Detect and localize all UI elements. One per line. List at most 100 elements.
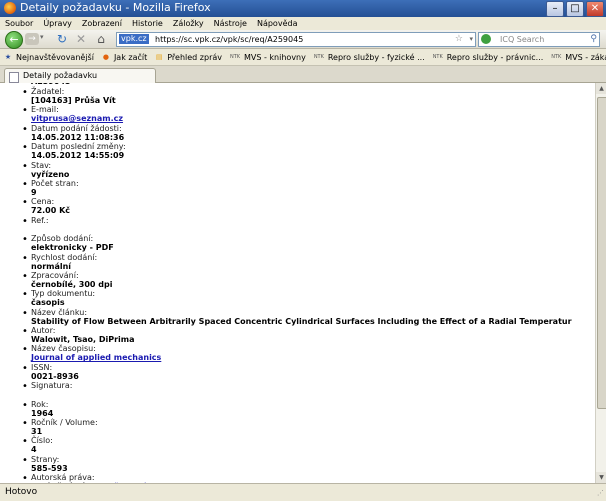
field-value-line: 0021-8936	[31, 372, 590, 381]
menu-item-5[interactable]: Nástroje	[209, 17, 252, 30]
close-button[interactable]: ✕	[586, 1, 604, 17]
maximize-button[interactable]: □	[566, 1, 584, 17]
history-dropdown-icon[interactable]: ▾	[40, 33, 44, 41]
field-value-line: Walowit, Tsao, DiPrima	[31, 335, 590, 344]
back-button[interactable]: ←	[5, 31, 23, 49]
bookmark-item[interactable]: NTK MVS - knihovny	[229, 53, 306, 62]
menu-item-2[interactable]: Zobrazení	[77, 17, 127, 30]
menu-item-6[interactable]: Nápověda	[252, 17, 303, 30]
field-value: Walowit, Tsao, DiPrima	[31, 335, 135, 345]
field-label: Název článku:	[31, 307, 88, 317]
detail-field: • Počet stran: 9	[0, 179, 590, 197]
field-value: 9	[31, 187, 37, 197]
detail-field: • Datum podání žádosti: 14.05.2012 11:08:3…	[0, 124, 590, 142]
field-label: Autorská práva:	[31, 473, 95, 483]
field-value: 1964	[31, 408, 54, 418]
menu-bar: Soubor Úpravy Zobrazení Historie Záložky Nást…	[0, 17, 606, 30]
search-box[interactable]: ICQ Search ⚲	[478, 32, 600, 47]
home-icon[interactable]: ⌂	[94, 32, 108, 46]
bookmark-item[interactable]: NTK Repro služby - fyzické ...	[313, 53, 425, 62]
bookmark-item[interactable]: NTK Repro služby - právnic...	[432, 53, 544, 62]
bullet-icon: •	[22, 252, 28, 264]
reload-icon[interactable]: ↻	[55, 32, 69, 46]
field-label: ISSN:	[31, 362, 53, 372]
scrollbar-thumb[interactable]	[597, 97, 606, 409]
field-value-line: Journal of applied mechanics	[31, 353, 590, 362]
field-label: Datum podání žádosti:	[31, 123, 122, 133]
bullet-icon: •	[22, 326, 28, 338]
stop-icon[interactable]: ✕	[74, 32, 88, 46]
field-label: Stav:	[31, 160, 52, 170]
bookmark-item[interactable]: ▤ Přehled zpráv	[154, 53, 222, 62]
field-label: Rychlost dodání:	[31, 252, 98, 262]
field-value-line: [104163] Průša Vít	[31, 96, 590, 105]
url-dropdown-icon[interactable]: ▾	[469, 33, 473, 46]
field-label: Cena:	[31, 197, 55, 207]
field-value: vyřízeno	[31, 169, 70, 179]
bookmark-item[interactable]: ★ Nejnavštěvovanější	[3, 53, 94, 62]
detail-field: • ISSN: 0021-8936	[0, 363, 590, 381]
bookmark-item[interactable]: NTKMVS - zákazníci	[550, 53, 606, 62]
field-value-link[interactable]: Journal of applied mechanics	[31, 353, 161, 362]
bookmark-item[interactable]: ● Jak začít	[101, 53, 147, 62]
field-label: Autor:	[31, 326, 56, 336]
detail-field: • Zpracování: černobílé, 300 dpi	[0, 271, 590, 289]
field-value: 14.05.2012 11:08:36	[31, 132, 125, 142]
field-value-line: normální	[31, 262, 590, 271]
bookmark-star-icon[interactable]: ☆	[455, 33, 463, 46]
menu-item-1[interactable]: Úpravy	[38, 17, 77, 30]
menu-item-3[interactable]: Historie	[127, 17, 168, 30]
bullet-icon: •	[22, 160, 28, 172]
forward-button[interactable]: →	[25, 33, 39, 45]
field-label: Žadatel:	[31, 87, 65, 96]
address-bar[interactable]: vpk.cz https://sc.vpk.cz/vpk/sc/req/A259…	[116, 32, 476, 47]
detail-field: • Číslo: 4	[0, 436, 590, 454]
detail-field: • Ročník / Volume: 31	[0, 418, 590, 436]
detail-field: • Typ dokumentu: časopis	[0, 289, 590, 307]
firefox-logo-icon	[4, 2, 16, 14]
bullet-icon: •	[22, 142, 28, 154]
field-value: A259045	[31, 83, 71, 86]
field-label: Způsob dodání:	[31, 234, 94, 244]
field-value: 585-593	[31, 463, 68, 473]
field-label: Ref.:	[31, 215, 49, 225]
search-engine-icon[interactable]	[481, 34, 491, 44]
detail-field: • Ref.:	[0, 216, 590, 234]
detail-field: • E-mail: vitprusa@seznam.cz	[0, 105, 590, 123]
tab-detaily-pozadavku[interactable]: Detaily požadavku	[4, 68, 156, 83]
site-identity-label[interactable]: vpk.cz	[119, 34, 149, 44]
menu-item-4[interactable]: Záložky	[168, 17, 209, 30]
field-value-line: A259045	[31, 83, 590, 86]
bullet-icon: •	[22, 362, 28, 374]
ntk-icon: NTK	[229, 53, 241, 60]
field-label: Číslo:	[31, 436, 53, 446]
field-value-line: 72.00 Kč	[31, 206, 590, 215]
minimize-button[interactable]: –	[546, 1, 564, 17]
bookmark-label: Repro služby - fyzické ...	[327, 52, 425, 62]
field-value: Stability of Flow Between Arbitrarily Sp…	[31, 316, 572, 326]
bookmark-label: MVS - zákazníci	[565, 52, 606, 62]
field-value: elektronicky - PDF	[31, 243, 114, 253]
field-value: 72.00 Kč	[31, 206, 71, 216]
field-value: časopis	[31, 298, 65, 308]
firefox-icon: ●	[102, 52, 109, 61]
field-value: normální	[31, 261, 72, 271]
resize-grip-icon[interactable]: ⋰	[597, 489, 604, 497]
vertical-scrollbar[interactable]: ▲ ▼	[595, 83, 606, 483]
bullet-icon: •	[22, 105, 28, 117]
url-text[interactable]: https://sc.vpk.cz/vpk/sc/req/A259045	[155, 33, 303, 46]
field-value-link[interactable]: vitprusa@seznam.cz	[31, 114, 123, 123]
scroll-up-arrow-icon[interactable]: ▲	[596, 83, 606, 94]
field-label: Typ dokumentu:	[31, 289, 96, 299]
detail-field: • Rok: 1964	[0, 400, 590, 418]
field-value-line: 14.05.2012 11:08:36	[31, 133, 590, 142]
menu-item-0[interactable]: Soubor	[0, 17, 38, 30]
search-icon[interactable]: ⚲	[590, 33, 597, 46]
bullet-icon: •	[22, 307, 28, 319]
field-value-line: 31	[31, 427, 590, 436]
scroll-down-arrow-icon[interactable]: ▼	[596, 472, 606, 483]
field-value-line: černobílé, 300 dpi	[31, 280, 590, 289]
detail-field: • Žadatel: [104163] Průša Vít	[0, 87, 590, 105]
field-value-line: 9	[31, 188, 590, 197]
page-content: •A259045•Žadatel:[104163] Průša Vít•E-ma…	[0, 83, 595, 483]
